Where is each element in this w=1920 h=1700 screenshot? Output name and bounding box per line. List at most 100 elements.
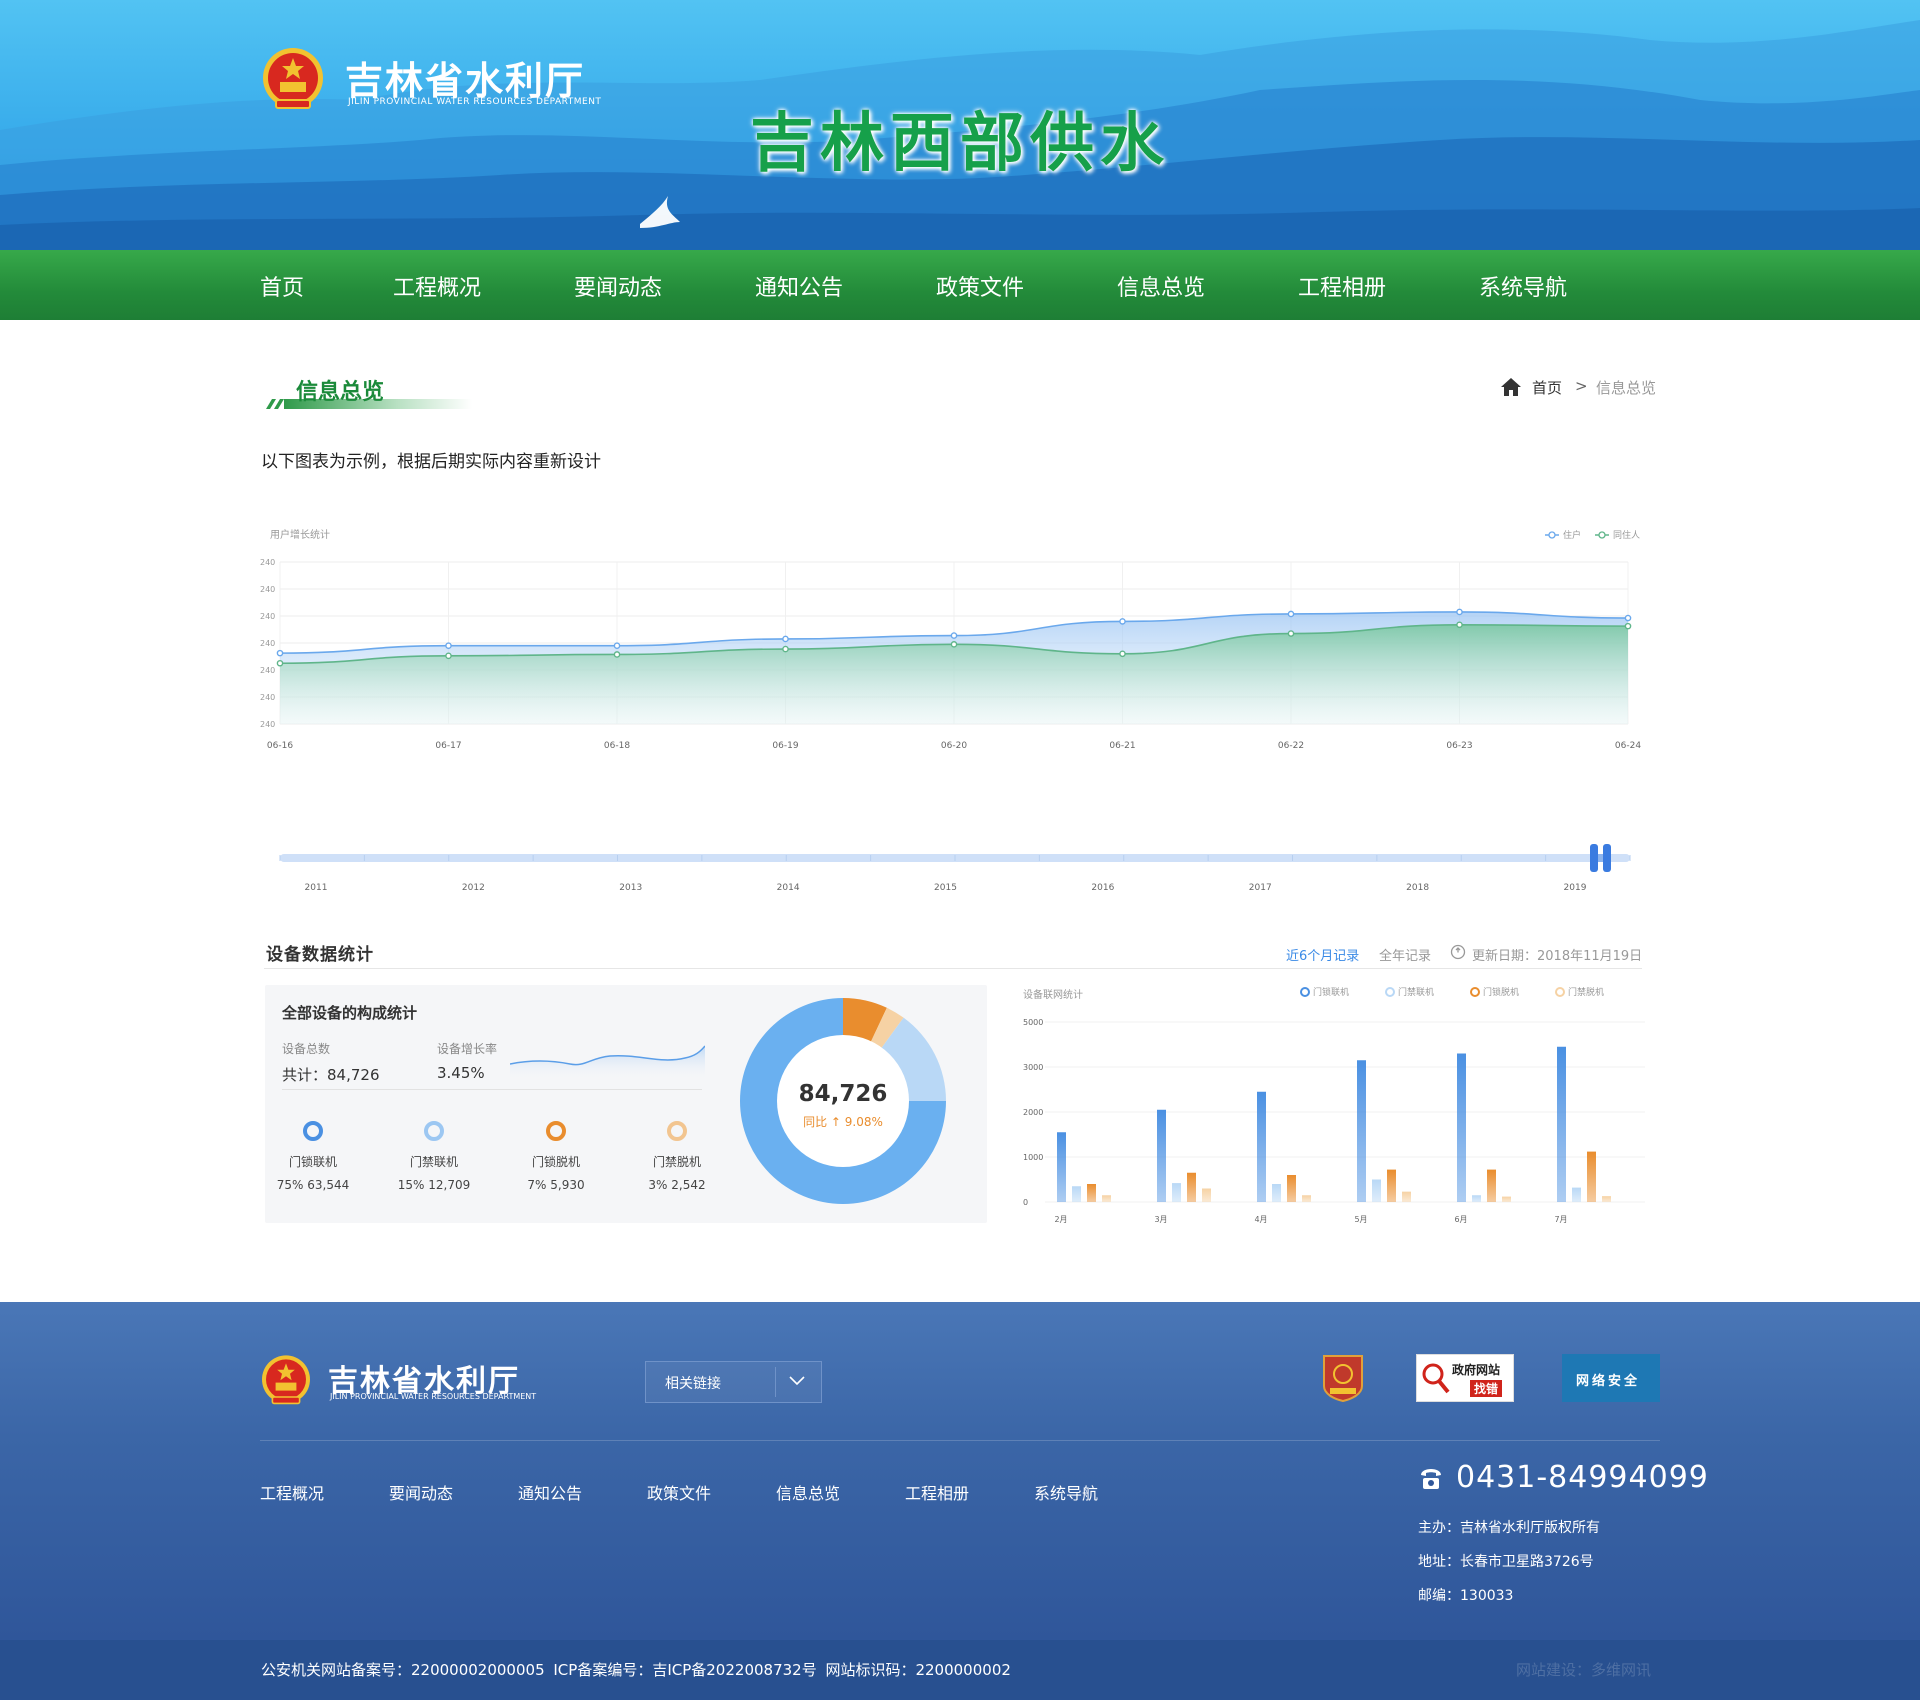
home-icon[interactable]	[1500, 376, 1522, 398]
x-tick-label: 06-17	[435, 741, 461, 751]
nav-item-system[interactable]: 系统导航	[1479, 270, 1567, 302]
y-tick-label: 240	[260, 720, 275, 729]
data-point	[445, 642, 452, 649]
card-title: 全部设备的构成统计	[282, 1004, 418, 1022]
footer-link-news[interactable]: 要闻动态	[389, 1480, 453, 1504]
clock-icon	[1450, 944, 1466, 960]
slider-year-label: 2013	[619, 883, 642, 893]
data-point	[276, 659, 284, 667]
bar	[1472, 1195, 1481, 1202]
nav-item-album[interactable]: 工程相册	[1298, 270, 1386, 302]
slider-year-label: 2018	[1406, 883, 1429, 893]
device-value: 75% 63,544	[276, 1178, 350, 1192]
party-badge-icon[interactable]	[1320, 1352, 1366, 1402]
x-tick-label: 06-19	[772, 741, 798, 751]
x-tick-label: 06-22	[1278, 741, 1304, 751]
bar	[1487, 1169, 1496, 1202]
legend-ring-icon	[1470, 987, 1480, 997]
breadcrumb-separator: >	[1575, 377, 1588, 395]
nav-item-policy[interactable]: 政策文件	[936, 270, 1024, 302]
y-tick-label: 1000	[1023, 1153, 1043, 1162]
data-point	[1456, 608, 1463, 616]
total-value: 共计：84,726	[282, 1066, 380, 1084]
data-point	[613, 642, 621, 649]
data-point	[1624, 622, 1632, 630]
bar	[1202, 1188, 1211, 1202]
year-range-slider[interactable]: 2011 2012 2013 2014 2015 2016 2017 2018 2019	[279, 844, 1631, 893]
update-date: 更新日期：2018年11月19日	[1472, 949, 1643, 964]
nav-item-home[interactable]: 首页	[260, 270, 304, 302]
slider-handle-left[interactable]	[1590, 844, 1598, 872]
donut-yoy: 同比 ↑ 9.08%	[803, 1115, 883, 1129]
device-network-bar-chart: 设备联网统计 门锁联机 门禁联机 门锁脱机 门禁脱机 2月 3月 4月 5月 6月 7月 500…	[1023, 986, 1645, 1224]
legend-ring-icon-access-offline	[667, 1121, 687, 1141]
bar	[1502, 1196, 1511, 1202]
nav-item-notices[interactable]: 通知公告	[755, 270, 843, 302]
org-name-en: JILIN PROVINCIAL WATER RESOURCES DEPARTM…	[348, 97, 602, 107]
section-divider	[264, 968, 1642, 969]
bar	[1302, 1195, 1311, 1202]
total-label: 设备总数	[282, 1042, 331, 1056]
tab-recent-6-months[interactable]: 近6个月记录	[1286, 945, 1359, 964]
x-tick-label: 5月	[1354, 1215, 1367, 1224]
footer-divider	[260, 1440, 1660, 1441]
bar	[1072, 1186, 1081, 1202]
footer-link-system[interactable]: 系统导航	[1034, 1480, 1098, 1504]
slider-year-label: 2019	[1564, 883, 1587, 893]
chart-title: 用户增长统计	[270, 528, 330, 541]
donut-total: 84,726	[798, 1081, 888, 1107]
x-tick-label: 3月	[1154, 1215, 1167, 1224]
footer-link-overview[interactable]: 工程概况	[260, 1480, 324, 1504]
legend-ring-icon	[1300, 987, 1310, 997]
breadcrumb-current: 信息总览	[1596, 379, 1657, 397]
data-point	[1119, 618, 1126, 625]
data-point	[276, 649, 284, 657]
bar	[1557, 1046, 1566, 1202]
slider-year-label: 2011	[305, 883, 328, 893]
footer-link-notices[interactable]: 通知公告	[518, 1480, 582, 1504]
bar	[1272, 1184, 1281, 1202]
y-tick-label: 240	[260, 666, 275, 675]
card-divider	[282, 1089, 702, 1090]
chevron-down-icon[interactable]	[787, 1373, 807, 1389]
y-tick-label: 240	[260, 693, 275, 702]
nav-item-info[interactable]: 信息总览	[1117, 270, 1205, 302]
device-name: 门锁脱机	[531, 1155, 580, 1169]
footer-link-info[interactable]: 信息总览	[776, 1480, 840, 1504]
main-nav: 首页 工程概况 要闻动态 通知公告 政策文件 信息总览 工程相册 系统导航	[0, 250, 1920, 320]
growth-sparkline	[510, 1045, 705, 1080]
site-title: 吉林西部供水	[750, 106, 1170, 181]
badge-find-line2: 找错	[1470, 1380, 1503, 1397]
nav-item-overview[interactable]: 工程概况	[393, 270, 481, 302]
breadcrumb-home[interactable]: 首页	[1532, 377, 1562, 398]
footer-address: 地址：长春市卫星路3726号	[1418, 1554, 1594, 1570]
bar	[1602, 1196, 1611, 1202]
slider-handle-right[interactable]	[1603, 844, 1611, 872]
bar	[1087, 1184, 1096, 1202]
data-point	[782, 635, 789, 643]
slider-year-label: 2012	[462, 883, 485, 893]
footer-link-policy[interactable]: 政策文件	[647, 1480, 711, 1504]
x-tick-label: 06-24	[1615, 741, 1641, 751]
user-growth-chart: 用户增长统计 住户 同住人 06-16 06-17 06-18 06-19 06-20 06…	[260, 528, 1641, 893]
phone-icon	[1421, 1469, 1441, 1489]
footer-record-info: 公安机关网站备案号：22000002000005 ICP备案编号：吉ICP备20…	[261, 1661, 1011, 1679]
legend-label: 门禁联机	[1398, 986, 1434, 998]
tab-full-year[interactable]: 全年记录	[1379, 945, 1431, 964]
footer-phone: 0431-84994099	[1456, 1460, 1709, 1495]
y-tick-label: 240	[260, 585, 275, 594]
footer-sponsor: 主办：吉林省水利厅版权所有	[1418, 1520, 1600, 1536]
data-point	[1287, 630, 1295, 637]
data-point	[782, 645, 789, 653]
bar	[1187, 1172, 1196, 1202]
slider-year-label: 2015	[934, 883, 957, 893]
legend-label: 门锁脱机	[1483, 986, 1519, 998]
growth-label: 设备增长率	[437, 1042, 498, 1056]
bar	[1357, 1060, 1366, 1202]
footer-org-name-en: JILIN PROVINCIAL WATER RESOURCES DEPARTM…	[330, 1392, 537, 1401]
bar	[1057, 1132, 1066, 1202]
nav-item-news[interactable]: 要闻动态	[574, 270, 662, 302]
footer-link-album[interactable]: 工程相册	[905, 1480, 969, 1504]
bar	[1102, 1195, 1111, 1202]
bar	[1257, 1091, 1266, 1202]
